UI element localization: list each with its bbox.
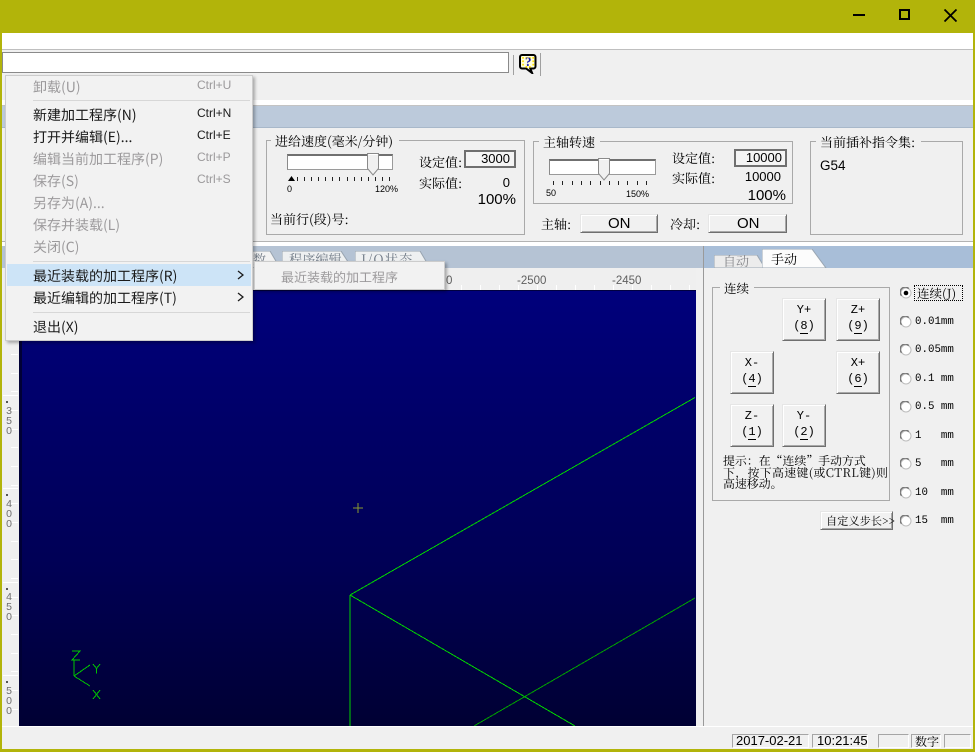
svg-text:?: ? [525, 54, 532, 69]
